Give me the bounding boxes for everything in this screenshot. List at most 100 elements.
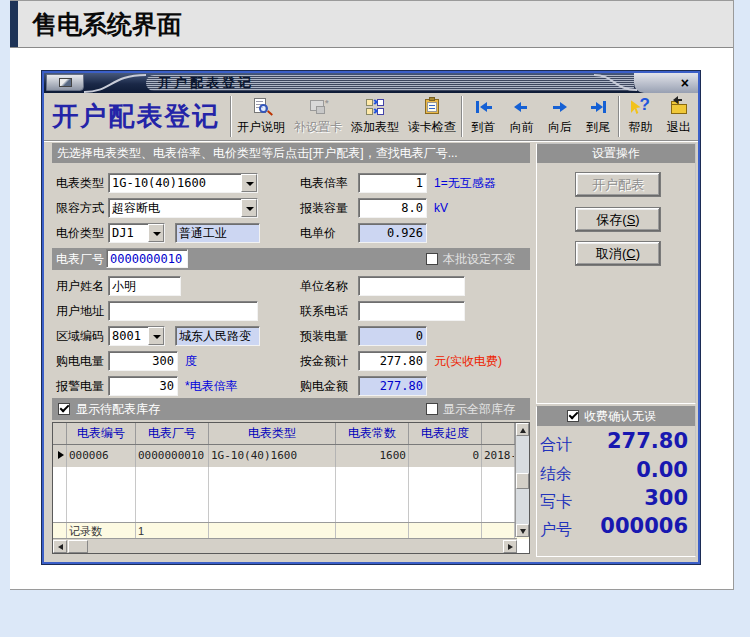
hscroll-thumb[interactable]	[68, 540, 88, 553]
col-meter-type[interactable]: 电表类型	[209, 423, 336, 444]
titlebar-swoosh-left	[84, 73, 148, 93]
org-name-label: 单位名称	[300, 276, 348, 296]
price-type-combobox[interactable]: DJ1	[108, 223, 165, 243]
inventory-band: 显示待配表库存 显示全部库存	[52, 398, 530, 420]
toolbar-button-exit[interactable]: 退出	[660, 93, 698, 140]
balance-label: 结余	[540, 464, 572, 485]
batch-checkbox[interactable]	[426, 253, 438, 265]
batch-label: 本批设定不变	[443, 248, 515, 270]
scroll-right-button[interactable]	[503, 540, 517, 553]
toolbar-button-first[interactable]: 到首	[464, 93, 502, 140]
user-name-field[interactable]: 小明	[108, 276, 181, 296]
preload-field: 0	[358, 326, 427, 346]
write-card-value: 300	[644, 486, 688, 510]
amount-calc-field[interactable]: 277.80	[358, 351, 427, 371]
read-card-icon	[421, 97, 443, 117]
total-value: 277.80	[607, 429, 688, 453]
cancel-button[interactable]: 取消(C)	[575, 241, 661, 266]
toolbar-separator	[461, 96, 463, 137]
page-header: 售电系统界面	[10, 1, 733, 48]
toolbar-button-next[interactable]: 向后	[541, 93, 579, 140]
toolbar-heading: 开户配表登记	[44, 93, 229, 140]
purchase-qty-field[interactable]: 300	[108, 351, 178, 371]
horizontal-scrollbar[interactable]	[53, 538, 517, 553]
multiplier-field[interactable]: 1	[358, 173, 427, 193]
page-title: 售电系统界面	[32, 8, 182, 41]
toolbar-button-prev[interactable]: 向前	[503, 93, 541, 140]
billing-confirm-checkbox[interactable]	[567, 410, 579, 422]
region-desc-field: 城东人民路变	[175, 326, 260, 346]
vertical-scrollbar[interactable]	[515, 423, 529, 537]
chevron-down-icon[interactable]	[241, 174, 257, 192]
alarm-qty-field[interactable]: 30	[108, 376, 178, 396]
account-no-label: 户号	[540, 520, 572, 541]
nav-first-icon	[476, 97, 491, 117]
dialog-title: 开户配表登记	[158, 76, 254, 90]
purchase-qty-label: 购电电量	[56, 351, 104, 371]
multiplier-label: 电表倍率	[300, 173, 348, 193]
scroll-down-button[interactable]	[516, 524, 529, 537]
table-header: 电表编号 电表厂号 电表类型 电表常数 电表起度	[53, 423, 529, 445]
org-name-field[interactable]	[358, 276, 465, 296]
address-label: 用户地址	[56, 301, 104, 321]
toolbar-button-add-meter-type[interactable]: 添加表型	[346, 93, 403, 140]
col-meter-const[interactable]: 电表常数	[336, 423, 409, 444]
titlebar-swoosh-right	[592, 73, 638, 93]
toolbar-button-card-setup[interactable]: * 补设置卡	[289, 93, 346, 140]
billing-confirm-label: 收费确认无误	[584, 406, 656, 426]
toolbar-button-open-help[interactable]: 开户说明	[233, 93, 290, 140]
scroll-thumb[interactable]	[516, 473, 529, 489]
chevron-down-icon[interactable]	[148, 224, 164, 242]
region-combobox[interactable]: 8001	[108, 326, 165, 346]
exit-icon	[668, 97, 690, 117]
help-icon: ?	[630, 97, 652, 117]
factory-no-field[interactable]: 0000000010	[106, 249, 188, 268]
scroll-up-button[interactable]	[516, 423, 529, 436]
chevron-down-icon[interactable]	[148, 327, 164, 345]
show-all-checkbox[interactable]	[426, 403, 438, 415]
toolbar: 开户配表登记 开户说明 * 补设置卡 添加表型 读卡检查 到首	[44, 93, 698, 141]
dialog-titlebar[interactable]: 开户配表登记 ×	[44, 73, 698, 93]
table-footer: 记录数 1	[53, 522, 529, 539]
capacity-field[interactable]: 8.0	[358, 198, 427, 218]
toolbar-button-last[interactable]: 到尾	[579, 93, 617, 140]
phone-label: 联系电话	[300, 301, 348, 321]
limit-mode-combobox[interactable]: 超容断电	[108, 198, 258, 218]
write-card-label: 写卡	[540, 492, 572, 513]
table-row[interactable]: 000006 0000000010 1G-10(40)1600 1600 0 2…	[53, 445, 529, 467]
alarm-qty-label: 报警电量	[56, 376, 104, 396]
nav-prev-icon	[514, 97, 529, 117]
app-icon	[59, 78, 72, 87]
price-type-desc-field: 普通工业	[175, 223, 260, 243]
toolbar-button-help[interactable]: ? 帮助	[621, 93, 659, 140]
balance-value: 0.00	[636, 458, 688, 482]
card-setup-icon: *	[307, 97, 329, 117]
toolbar-separator	[230, 96, 232, 137]
save-button[interactable]: 保存(S)	[575, 207, 661, 232]
window-icon	[46, 74, 84, 91]
col-factory-no[interactable]: 电表厂号	[136, 423, 209, 444]
unit-price-label: 电单价	[300, 223, 336, 243]
open-account-button[interactable]: 开户配表	[575, 172, 661, 197]
doc-search-icon	[250, 97, 272, 117]
toolbar-separator	[618, 96, 620, 137]
toolbar-button-read-card[interactable]: 读卡检查	[403, 93, 460, 140]
show-all-label: 显示全部库存	[443, 398, 515, 420]
address-field[interactable]	[108, 301, 258, 321]
col-meter-start[interactable]: 电表起度	[409, 423, 482, 444]
meter-type-combobox[interactable]: 1G-10(40)1600	[108, 173, 258, 193]
scroll-left-button[interactable]	[53, 540, 67, 553]
phone-field[interactable]	[358, 301, 465, 321]
close-button[interactable]: ×	[681, 74, 689, 92]
price-type-label: 电价类型	[56, 223, 104, 243]
show-pending-checkbox[interactable]	[58, 403, 70, 415]
col-meter-no[interactable]: 电表编号	[67, 423, 136, 444]
row-marker	[53, 445, 67, 467]
chevron-down-icon[interactable]	[241, 199, 257, 217]
capacity-label: 报装容量	[300, 198, 348, 218]
amount-calc-label: 按金额计	[300, 351, 348, 371]
purchase-qty-hint: 度	[185, 351, 197, 371]
dialog-window: 开户配表登记 × 开户配表登记 开户说明 * 补设置卡 添加表型 读卡	[42, 71, 700, 564]
alarm-qty-hint: *电表倍率	[185, 376, 238, 396]
inventory-table: 电表编号 电表厂号 电表类型 电表常数 电表起度 000006 00000000…	[52, 422, 530, 554]
